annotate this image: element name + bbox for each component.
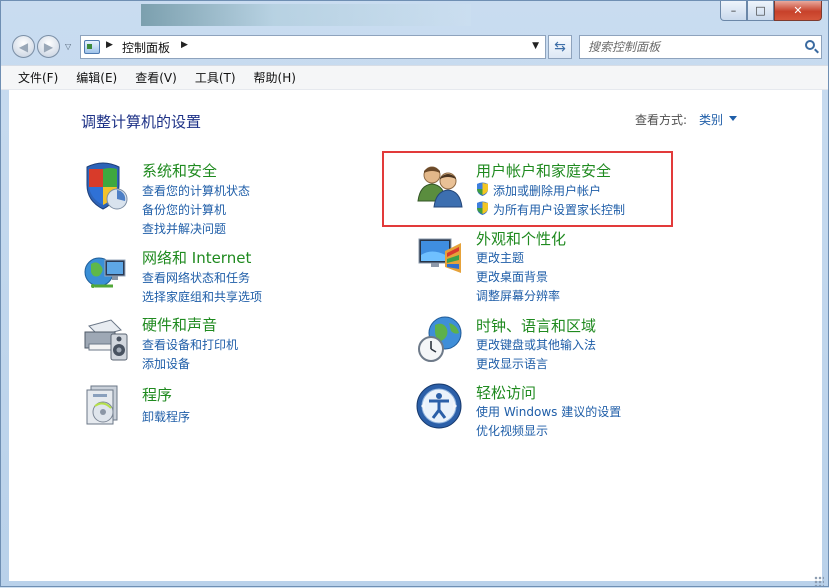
link-change-keyboard[interactable]: 更改键盘或其他输入法	[476, 336, 596, 353]
link-network-status[interactable]: 查看网络状态和任务	[142, 269, 250, 286]
control-panel-window: – □ ✕ ◀ ▶ ▽ ▶ 控制面板 ▶ ▼ ⇆ 文件(F) 编辑(E) 查看(…	[0, 0, 829, 587]
address-bar[interactable]: ▶ 控制面板 ▶ ▼	[80, 35, 546, 59]
refresh-button[interactable]: ⇆	[548, 35, 572, 59]
address-dropdown-icon[interactable]: ▼	[532, 41, 539, 51]
link-troubleshoot[interactable]: 查找并解决问题	[142, 220, 226, 237]
search-box[interactable]	[579, 35, 822, 59]
category-title-hardware-sound[interactable]: 硬件和声音	[142, 314, 217, 335]
breadcrumb-arrow-icon[interactable]: ▶	[181, 40, 188, 50]
link-screen-resolution[interactable]: 调整屏幕分辨率	[476, 287, 560, 304]
title-bar-glass	[141, 4, 471, 26]
link-change-theme[interactable]: 更改主题	[476, 249, 524, 266]
category-title-network-internet[interactable]: 网络和 Internet	[142, 247, 251, 268]
menu-bar: 文件(F) 编辑(E) 查看(V) 工具(T) 帮助(H)	[1, 65, 828, 90]
maximize-button[interactable]: □	[747, 1, 774, 21]
link-backup-computer[interactable]: 备份您的计算机	[142, 201, 226, 218]
back-button[interactable]: ◀	[12, 35, 35, 58]
breadcrumb-control-panel[interactable]: 控制面板	[122, 39, 170, 56]
category-title-clock-region[interactable]: 时钟、语言和区域	[476, 315, 596, 336]
network-icon[interactable]	[81, 248, 131, 298]
forward-button[interactable]: ▶	[37, 35, 60, 58]
close-button[interactable]: ✕	[774, 1, 822, 21]
link-homegroup-sharing[interactable]: 选择家庭组和共享选项	[142, 288, 262, 305]
link-view-computer-status[interactable]: 查看您的计算机状态	[142, 182, 250, 199]
content-pane: 调整计算机的设置 查看方式: 类别 系统和安全 查看您的计算机状态 备份您的计算…	[9, 89, 822, 581]
search-icon[interactable]	[805, 40, 815, 50]
ease-of-access-icon[interactable]	[415, 382, 467, 434]
menu-tools[interactable]: 工具(T)	[184, 69, 243, 86]
recent-pages-dropdown-icon[interactable]: ▽	[65, 42, 71, 51]
menu-view[interactable]: 查看(V)	[124, 69, 184, 86]
view-by-label: 查看方式:	[635, 113, 688, 127]
hardware-sound-icon[interactable]	[81, 314, 131, 364]
navigation-bar: ◀ ▶ ▽ ▶ 控制面板 ▶ ▼ ⇆	[1, 31, 828, 63]
link-uninstall-program[interactable]: 卸载程序	[142, 408, 190, 425]
link-devices-printers[interactable]: 查看设备和打印机	[142, 336, 238, 353]
title-bar[interactable]: – □ ✕	[1, 1, 828, 29]
link-add-device[interactable]: 添加设备	[142, 355, 190, 372]
link-optimize-display[interactable]: 优化视频显示	[476, 422, 548, 439]
category-title-system-security[interactable]: 系统和安全	[142, 160, 217, 181]
menu-help[interactable]: 帮助(H)	[243, 69, 303, 86]
highlight-box	[382, 151, 673, 227]
link-change-display-language[interactable]: 更改显示语言	[476, 355, 548, 372]
chevron-down-icon[interactable]	[729, 116, 737, 121]
category-title-ease-of-access[interactable]: 轻松访问	[476, 382, 536, 403]
category-title-programs[interactable]: 程序	[142, 384, 172, 405]
appearance-icon[interactable]	[415, 233, 467, 281]
programs-icon[interactable]	[81, 382, 131, 432]
search-input[interactable]	[586, 39, 800, 55]
view-by-dropdown[interactable]: 类别	[699, 111, 723, 128]
page-title: 调整计算机的设置	[81, 113, 202, 131]
system-security-icon[interactable]	[81, 161, 131, 213]
link-recommended-settings[interactable]: 使用 Windows 建议的设置	[476, 403, 621, 420]
minimize-button[interactable]: –	[720, 1, 747, 21]
breadcrumb-arrow-icon[interactable]: ▶	[106, 40, 113, 50]
control-panel-icon	[84, 40, 100, 54]
clock-region-icon[interactable]	[415, 313, 467, 365]
menu-edit[interactable]: 编辑(E)	[65, 69, 124, 86]
category-title-appearance[interactable]: 外观和个性化	[476, 228, 566, 249]
refresh-icon: ⇆	[554, 39, 566, 55]
menu-file[interactable]: 文件(F)	[1, 69, 65, 86]
resize-grip-icon[interactable]	[814, 576, 824, 586]
link-change-background[interactable]: 更改桌面背景	[476, 268, 548, 285]
